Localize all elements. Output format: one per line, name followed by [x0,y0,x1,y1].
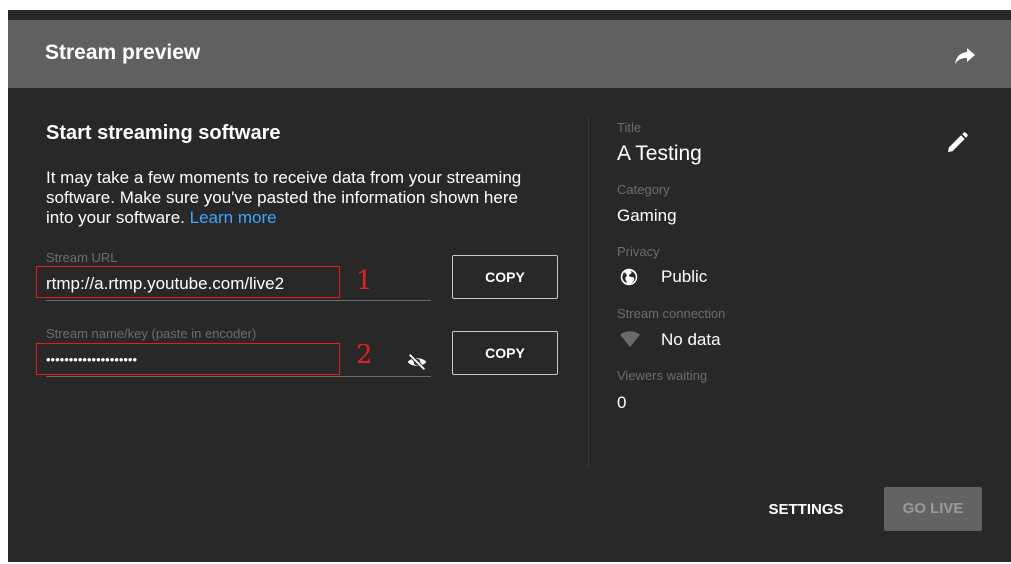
category-value: Gaming [617,206,677,225]
description-text: It may take a few moments to receive dat… [46,168,522,227]
globe-icon [620,268,638,286]
dialog-header: Stream preview [8,20,1011,88]
stream-url-field[interactable]: rtmp://a.rtmp.youtube.com/live2 [46,267,431,301]
category-label: Category [617,182,670,197]
title-value: A Testing [617,142,702,165]
share-icon[interactable] [953,43,977,67]
privacy-value: Public [661,267,708,286]
pencil-icon[interactable] [945,131,969,155]
title-label: Title [617,120,642,135]
learn-more-link[interactable]: Learn more [190,208,277,227]
settings-button[interactable]: SETTINGS [756,489,856,531]
eye-off-icon[interactable] [406,351,428,373]
section-title: Start streaming software [46,122,281,144]
column-divider [588,118,589,468]
connection-label: Stream connection [617,306,726,321]
go-live-button[interactable]: GO LIVE [884,487,982,531]
url-annotation-number: 1 [356,266,373,296]
key-annotation-number: 2 [356,340,373,370]
stream-url-label: Stream URL [46,250,118,265]
stream-key-label: Stream name/key (paste in encoder) [46,326,257,341]
copy-url-button[interactable]: COPY [452,255,558,299]
wifi-signal-icon [620,331,640,348]
privacy-label: Privacy [617,244,660,259]
stream-key-field[interactable]: •••••••••••••••••••• [46,343,431,377]
setup-description: It may take a few moments to receive dat… [46,168,546,228]
viewers-value: 0 [617,393,627,412]
connection-value: No data [661,330,721,349]
dialog-title: Stream preview [45,41,201,64]
copy-key-button[interactable]: COPY [452,331,558,375]
viewers-label: Viewers waiting [617,368,708,383]
